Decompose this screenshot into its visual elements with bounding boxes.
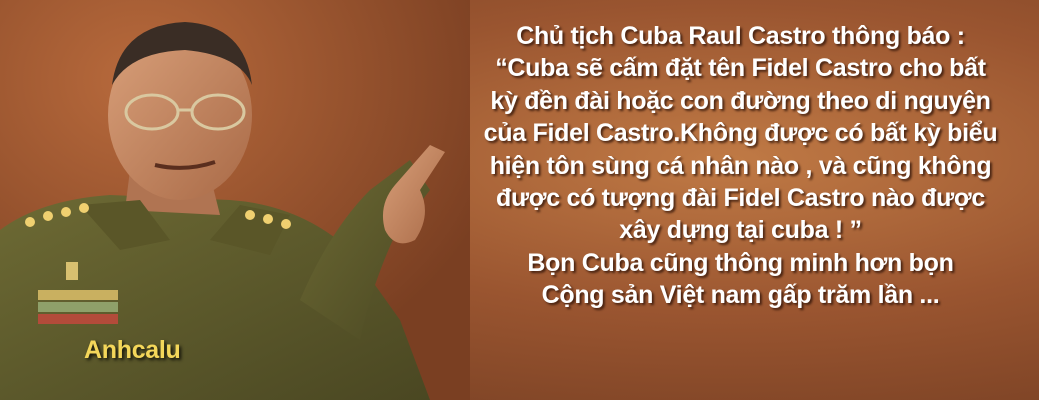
caption-line-8: Bọn Cuba cũng thông minh hơn bọn [527, 248, 954, 277]
caption-line-5: hiện tôn sùng cá nhân nào , và cũng khôn… [489, 151, 992, 180]
caption-line-3: kỳ đền đài hoặc con đường theo di nguyện [490, 86, 991, 115]
caption-line-2: “Cuba sẽ cấm đặt tên Fidel Castro cho bấ… [495, 54, 986, 83]
caption-line-9: Cộng sản Việt nam gấp trăm lần ... [541, 281, 940, 310]
portrait-photo [0, 0, 470, 400]
caption-line-6: được có tượng đài Fidel Castro nào được [495, 184, 986, 213]
quote-caption: Chủ tịch Cuba Raul Castro thông báo : “C… [448, 20, 1033, 312]
caption-line-1: Chủ tịch Cuba Raul Castro thông báo : [516, 22, 965, 50]
caption-line-7: xây dựng tại cuba ! ” [619, 216, 862, 245]
author-signature: Anhcalu [84, 336, 181, 364]
caption-line-4: của Fidel Castro.Không được có bất kỳ bi… [483, 119, 998, 148]
portrait-illustration [0, 0, 470, 400]
